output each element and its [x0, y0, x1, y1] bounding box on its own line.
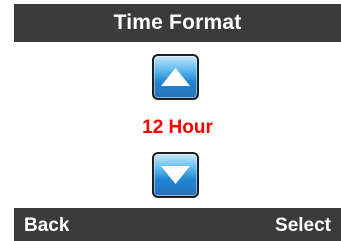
back-softkey[interactable]: Back — [24, 208, 69, 241]
scroll-down-button[interactable] — [152, 152, 199, 198]
device-screen: Time Format 12 Hour Back Select — [0, 0, 341, 241]
triangle-up-icon — [161, 68, 190, 86]
softkey-bar: Back Select — [14, 208, 341, 241]
select-softkey[interactable]: Select — [275, 208, 331, 241]
page-title: Time Format — [113, 11, 242, 34]
scroll-up-button[interactable] — [152, 54, 199, 100]
time-format-value: 12 Hour — [142, 117, 213, 138]
triangle-down-icon — [161, 166, 190, 184]
title-bar: Time Format — [14, 4, 341, 42]
